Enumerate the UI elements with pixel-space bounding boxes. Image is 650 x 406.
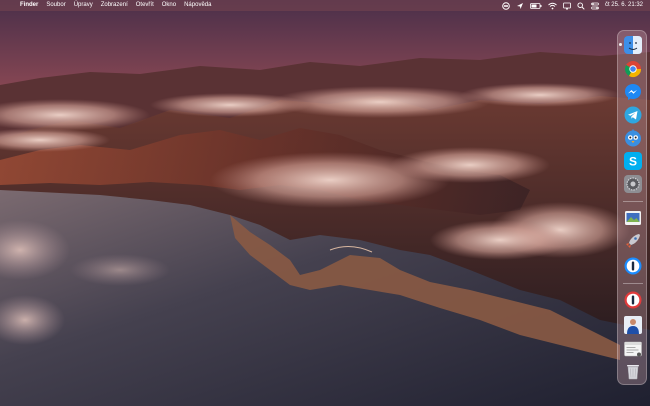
menu-app-finder[interactable]: Finder <box>16 0 42 11</box>
menu-okno[interactable]: Okno <box>158 0 180 11</box>
screenshot-window-icon[interactable] <box>624 340 642 358</box>
menu-napoveda[interactable]: Nápověda <box>180 0 215 11</box>
wifi-icon[interactable] <box>548 2 557 10</box>
battery-icon[interactable] <box>530 2 542 10</box>
menu-bar: Finder Soubor Úpravy Zobrazení Otevřít O… <box>0 0 650 11</box>
trash-icon[interactable] <box>624 362 642 380</box>
control-center-icon[interactable] <box>591 2 599 10</box>
1password-mini-icon[interactable] <box>624 291 642 309</box>
1password-icon[interactable] <box>624 257 642 275</box>
dock-separator <box>623 283 643 284</box>
search-icon[interactable] <box>577 1 585 10</box>
svg-text:S: S <box>629 155 637 169</box>
tweetbot-icon[interactable] <box>624 129 642 147</box>
dock: S <box>617 30 647 385</box>
chrome-icon[interactable] <box>624 60 642 78</box>
menu-soubor[interactable]: Soubor <box>42 0 69 11</box>
menu-otevrit[interactable]: Otevřít <box>132 0 158 11</box>
menu-bar-status-area: čt 25. 6. 21:32 <box>502 0 650 11</box>
dock-separator <box>623 201 643 202</box>
menu-upravy[interactable]: Úpravy <box>70 0 97 11</box>
preview-icon[interactable] <box>624 209 642 227</box>
finder-icon[interactable] <box>624 36 642 54</box>
menu-zobrazeni[interactable]: Zobrazení <box>97 0 132 11</box>
user-photo-icon[interactable] <box>624 316 642 334</box>
skype-icon[interactable]: S <box>624 152 642 170</box>
finder-running-indicator <box>619 43 622 46</box>
messenger-icon[interactable] <box>624 83 642 101</box>
telegram-icon[interactable] <box>624 106 642 124</box>
creative-cloud-icon[interactable] <box>502 1 510 10</box>
display-icon[interactable] <box>563 2 571 10</box>
system-preferences-icon[interactable] <box>624 175 642 193</box>
desktop-wallpaper <box>0 0 650 406</box>
location-arrow-icon[interactable] <box>516 2 524 10</box>
menu-bar-clock[interactable]: čt 25. 6. 21:32 <box>605 0 643 11</box>
launchpad-rocket-icon[interactable] <box>624 232 642 250</box>
